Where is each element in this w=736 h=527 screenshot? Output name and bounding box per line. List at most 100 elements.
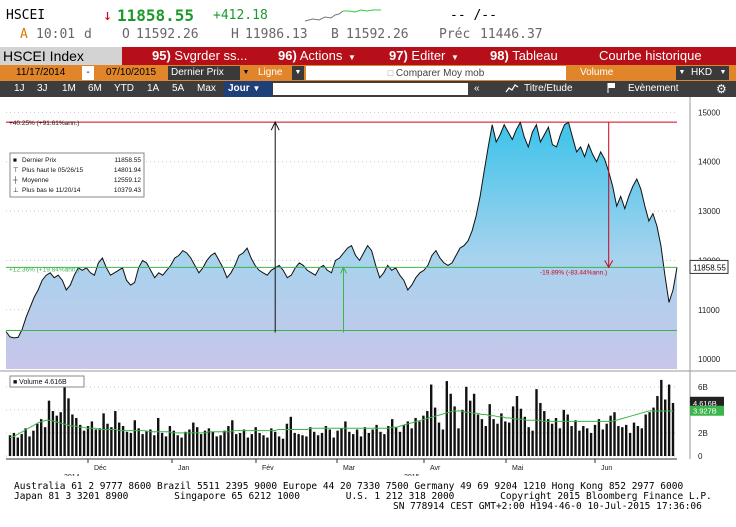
volume-bar bbox=[137, 428, 140, 456]
volume-bar bbox=[656, 396, 659, 456]
title-study-button[interactable]: Titre/Etude bbox=[524, 81, 573, 97]
period-5y[interactable]: 5A bbox=[172, 81, 184, 97]
prev-label: Préc bbox=[439, 27, 471, 42]
legend-value: 12559.12 bbox=[114, 177, 141, 184]
caret-down-icon[interactable]: ▼ bbox=[676, 66, 688, 80]
collapse-arrows-icon[interactable]: « bbox=[474, 81, 480, 97]
volume-bar bbox=[305, 436, 308, 456]
volume-bar bbox=[640, 428, 643, 456]
volume-bar bbox=[270, 428, 273, 456]
field-select[interactable]: Dernier Prix bbox=[168, 66, 240, 80]
date-separator: - bbox=[82, 66, 94, 80]
volume-bar bbox=[266, 437, 269, 456]
volume-bar bbox=[118, 422, 121, 456]
volume-bar bbox=[32, 430, 35, 456]
event-button[interactable]: Evènement bbox=[628, 81, 679, 97]
controls-bar: 11/17/2014 - 07/10/2015 Dernier Prix ▼ L… bbox=[0, 65, 736, 81]
price-tick-label: 10000 bbox=[698, 355, 721, 364]
volume-bar bbox=[340, 428, 343, 456]
period-max[interactable]: Max bbox=[197, 81, 216, 97]
volume-bar bbox=[231, 420, 234, 456]
volume-bar bbox=[441, 429, 445, 456]
volume-bar bbox=[160, 432, 164, 456]
period-ytd[interactable]: YTD bbox=[114, 81, 134, 97]
x-month-label: Jan bbox=[178, 465, 189, 472]
legend-label: Plus haut le 05/26/15 bbox=[22, 167, 83, 174]
price-volume-chart[interactable]: 100001100012000130001400015000+40.25% (+… bbox=[0, 97, 736, 481]
caret-down-icon[interactable]: ▼ bbox=[240, 66, 252, 80]
chart-style-select[interactable]: Ligne bbox=[254, 66, 294, 80]
period-1d[interactable]: 1J bbox=[14, 81, 25, 97]
volume-bar bbox=[316, 435, 320, 456]
volume-bar bbox=[157, 417, 160, 456]
end-date-field[interactable]: 07/10/2015 bbox=[96, 66, 168, 80]
volume-bar bbox=[250, 434, 253, 456]
volume-bar bbox=[398, 431, 402, 456]
volume-bar bbox=[196, 427, 199, 456]
volume-bar bbox=[469, 400, 472, 456]
price-tick-label: 11000 bbox=[698, 306, 720, 315]
volume-bar bbox=[320, 432, 324, 456]
volume-bar bbox=[515, 396, 519, 456]
volume-bar bbox=[149, 429, 152, 456]
sparkline bbox=[304, 9, 381, 22]
flag-icon[interactable] bbox=[606, 81, 616, 97]
volume-bar bbox=[192, 422, 195, 456]
period-6m[interactable]: 6M bbox=[88, 81, 102, 97]
period-input[interactable] bbox=[273, 83, 468, 95]
volume-bar bbox=[582, 426, 585, 456]
volume-avg-label: 3.927B bbox=[693, 407, 717, 416]
volume-bar bbox=[82, 430, 86, 456]
volume-bar bbox=[394, 427, 398, 456]
gear-icon[interactable]: ⚙ bbox=[716, 81, 727, 97]
volume-bar bbox=[141, 434, 144, 456]
volume-bar bbox=[246, 437, 250, 456]
frequency-label: Jour bbox=[228, 83, 250, 94]
volume-bar bbox=[348, 431, 351, 456]
volume-bar bbox=[90, 421, 94, 456]
low-price: 11592.26 bbox=[346, 27, 409, 42]
actions-num: 96) bbox=[278, 48, 297, 63]
volume-bar bbox=[484, 426, 487, 456]
x-year-label: 2014 bbox=[64, 474, 80, 476]
a-label: A bbox=[20, 27, 28, 42]
caret-down-icon[interactable]: ▼ bbox=[292, 66, 304, 80]
compare-moving-avg-field[interactable]: □ Comparer Moy mob bbox=[306, 66, 566, 80]
volume-bar bbox=[453, 406, 456, 456]
volume-bar bbox=[98, 428, 101, 456]
history-chart-title: Courbe historique bbox=[599, 48, 702, 63]
volume-bar bbox=[184, 431, 187, 456]
volume-bar bbox=[628, 432, 632, 456]
period-1m[interactable]: 1M bbox=[62, 81, 76, 97]
volume-bar bbox=[547, 419, 550, 456]
edit-menu[interactable]: 97) Editer ▼ bbox=[389, 47, 459, 65]
volume-bar bbox=[414, 417, 417, 456]
volume-bar bbox=[371, 429, 374, 456]
volume-bar bbox=[601, 429, 604, 456]
volume-bar bbox=[383, 434, 386, 456]
chart-area[interactable]: 100001100012000130001400015000+40.25% (+… bbox=[0, 97, 736, 481]
volume-bar bbox=[625, 424, 628, 456]
volume-bar bbox=[258, 432, 261, 456]
actions-menu[interactable]: 96) Actions ▼ bbox=[278, 47, 356, 65]
x-month-label: Jun bbox=[601, 465, 612, 472]
save-button[interactable]: 95) Svgrder ss... bbox=[152, 47, 247, 65]
footer: Australia 61 2 9777 8600 Brazil 5511 239… bbox=[0, 479, 736, 527]
price-change: +412.18 bbox=[213, 8, 268, 23]
period-3d[interactable]: 3J bbox=[37, 81, 48, 97]
period-1y[interactable]: 1A bbox=[147, 81, 159, 97]
study-icon[interactable] bbox=[505, 81, 519, 97]
volume-bar bbox=[605, 423, 608, 456]
volume-bar bbox=[344, 421, 347, 456]
table-label: Tableau bbox=[512, 48, 558, 63]
volume-select[interactable]: Volume bbox=[576, 66, 676, 80]
checkbox-icon[interactable]: □ bbox=[388, 68, 393, 78]
frequency-select[interactable]: Jour ▼ bbox=[224, 81, 272, 97]
volume-bar bbox=[457, 428, 460, 456]
x-month-label: Avr bbox=[430, 465, 441, 472]
table-button[interactable]: 98) Tableau bbox=[490, 47, 558, 65]
currency-select[interactable]: HKD bbox=[688, 66, 718, 80]
index-field[interactable]: HSCEI Index bbox=[0, 47, 122, 65]
start-date-field[interactable]: 11/17/2014 bbox=[12, 66, 80, 80]
caret-down-icon[interactable]: ▼ bbox=[717, 66, 729, 80]
